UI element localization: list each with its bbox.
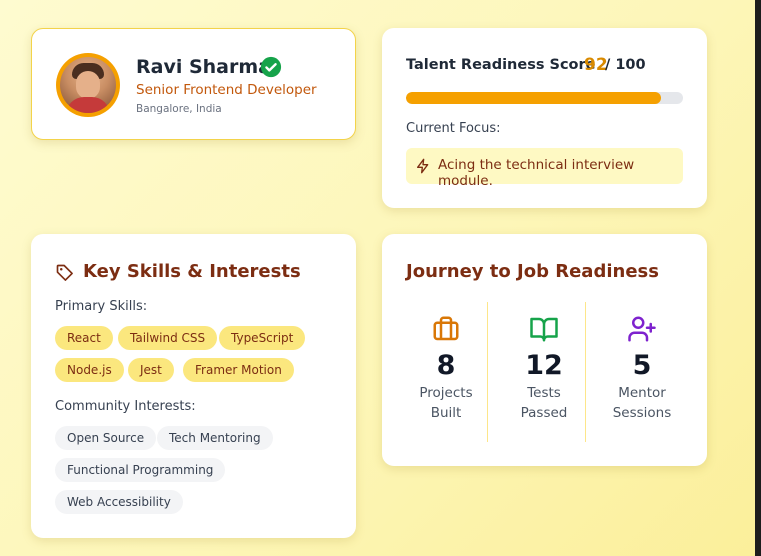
stat-projects: 8 Projects Built [397, 314, 495, 423]
score-progress-fill [406, 92, 661, 104]
stat-label: Mentor Sessions [612, 385, 672, 421]
tag-icon [56, 264, 73, 281]
briefcase-icon [433, 316, 459, 341]
interest-chip[interactable]: Functional Programming [55, 458, 226, 482]
stat-tests: 12 Tests Passed [495, 314, 593, 423]
focus-text: Acing the technical interview module. [438, 157, 635, 189]
score-title: Talent Readiness Score [406, 57, 596, 73]
skill-chip[interactable]: Tailwind CSS [118, 326, 218, 350]
check-circle-icon [260, 56, 282, 78]
skills-title: Key Skills & Interests [83, 261, 301, 282]
avatar[interactable] [56, 53, 120, 117]
stat-value: 8 [436, 350, 456, 381]
profile-card: Ravi Sharma Senior Frontend Developer Ba… [31, 28, 356, 140]
score-progress-bar [406, 92, 683, 104]
profile-name: Ravi Sharma [136, 56, 271, 78]
lightning-icon [417, 158, 429, 174]
profile-role: Senior Frontend Developer [136, 82, 317, 98]
skill-chip[interactable]: Framer Motion [183, 358, 294, 382]
community-interests-label: Community Interests: [55, 399, 196, 414]
journey-title: Journey to Job Readiness [406, 261, 659, 282]
stat-label: Projects Built [419, 385, 473, 421]
stat-value: 12 [525, 350, 563, 381]
interest-chip[interactable]: Open Source [55, 426, 157, 450]
profile-location: Bangalore, India [136, 103, 222, 115]
readiness-score-card: Talent Readiness Score 92 / 100 Current … [382, 28, 707, 208]
primary-skills-label: Primary Skills: [55, 299, 148, 314]
stat-label: Tests Passed [520, 385, 568, 421]
skill-chip[interactable]: Node.js [55, 358, 124, 382]
window-edge [755, 0, 761, 556]
interest-chip[interactable]: Web Accessibility [55, 490, 183, 514]
focus-label: Current Focus: [406, 121, 501, 136]
journey-card: Journey to Job Readiness 8 Projects Built… [382, 234, 707, 466]
stat-divider [487, 302, 488, 442]
stat-value: 5 [632, 350, 652, 381]
stat-divider [585, 302, 586, 442]
skills-card: Key Skills & Interests Primary Skills: R… [31, 234, 356, 538]
user-plus-icon [628, 316, 656, 342]
stat-mentor: 5 Mentor Sessions [593, 314, 691, 423]
skill-chip[interactable]: TypeScript [219, 326, 306, 350]
avatar-photo [60, 57, 116, 113]
book-open-icon [530, 317, 558, 342]
skill-chip[interactable]: React [55, 326, 113, 350]
skill-chip[interactable]: Jest [128, 358, 174, 382]
current-focus-box: Acing the technical interview module. [406, 148, 683, 189]
score-max: / 100 [605, 57, 646, 73]
interest-chip[interactable]: Tech Mentoring [157, 426, 273, 450]
